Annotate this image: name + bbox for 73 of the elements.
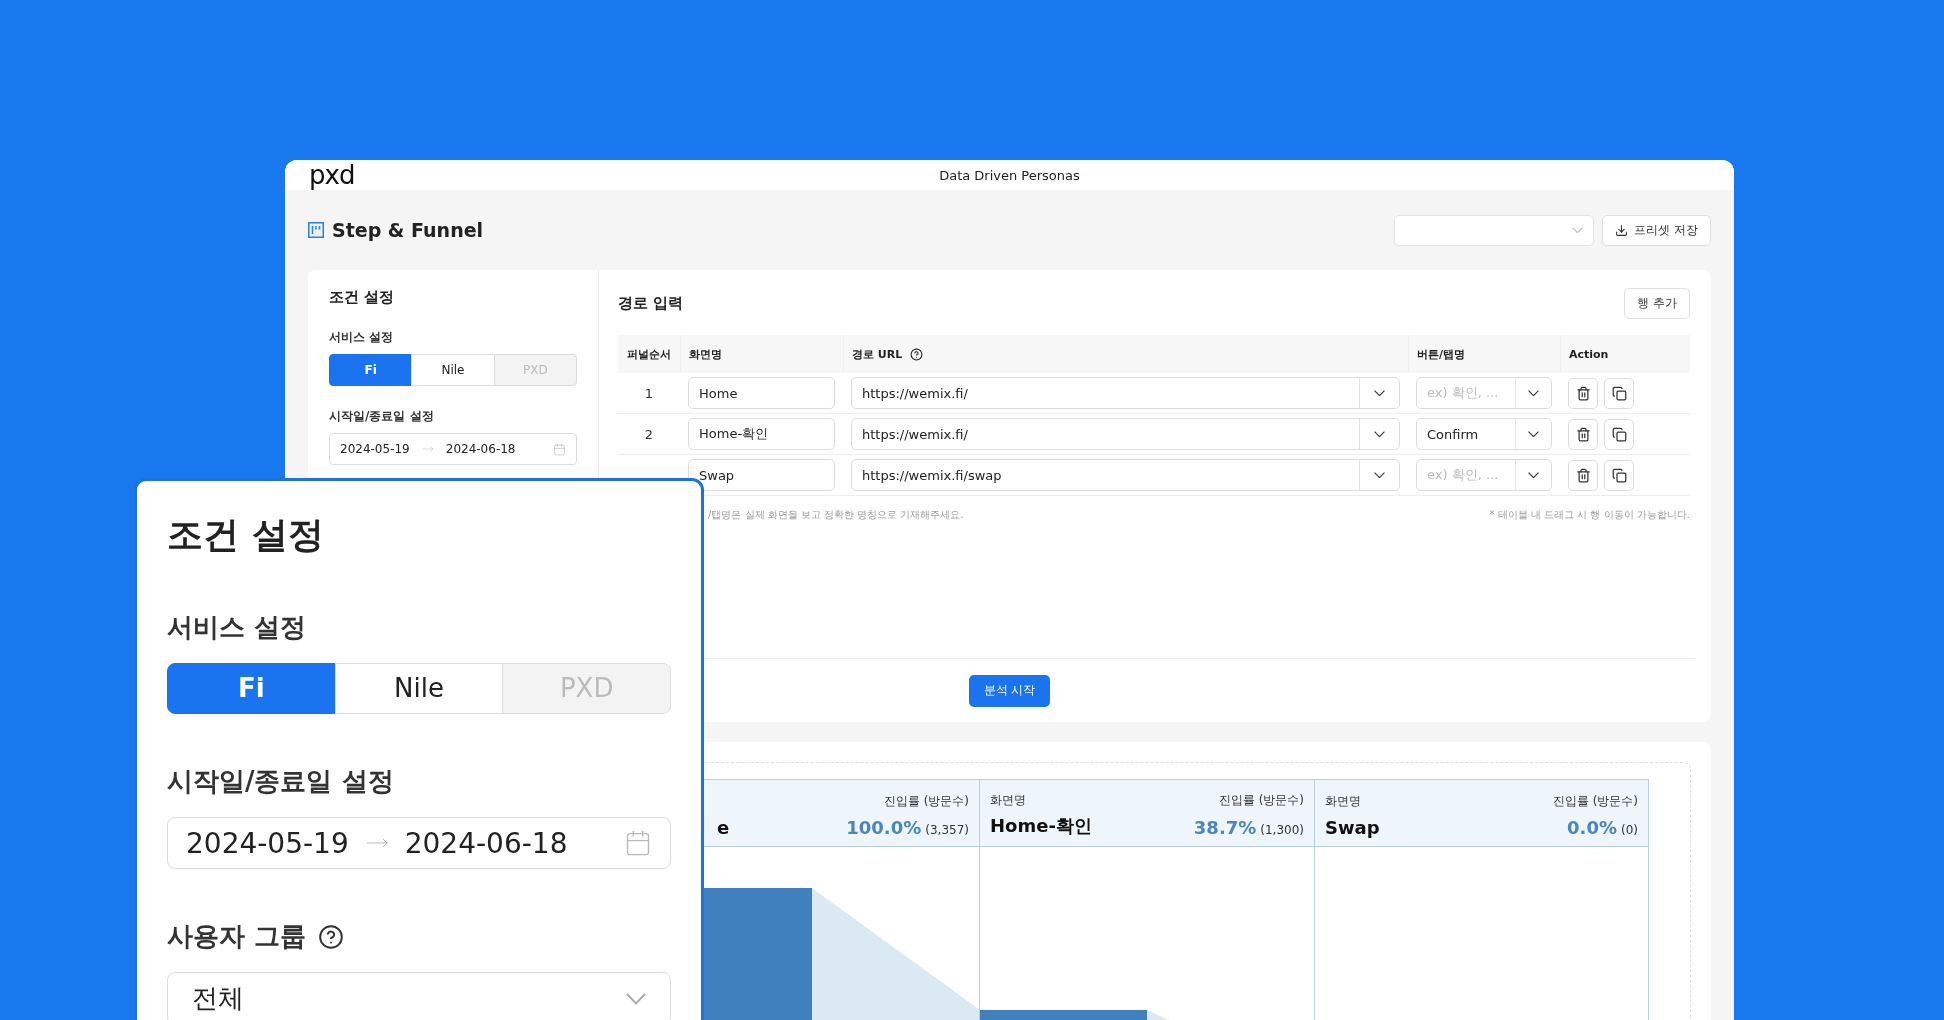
field-label: 서비스 설정 [329,329,395,346]
copy-button[interactable] [1604,377,1634,409]
save-preset-button[interactable]: 프리셋 저장 [1602,214,1711,246]
date-range-field[interactable]: 2024-05-19 2024-06-18 [329,433,577,465]
field-label: 시작일/종료일 설정 [329,408,435,425]
column-header: 퍼널순서 [627,346,671,362]
step-name: Home-확인 [990,814,1093,838]
column-header: 화면명 [689,346,722,362]
trash-icon [1575,467,1591,483]
app-title: Data Driven Personas [939,167,1080,183]
rate-label: 진입률 (방문수) [882,793,969,810]
user-group-select[interactable]: 전체 [167,972,671,1020]
order-number: 2 [644,426,654,442]
delete-button[interactable] [1568,377,1598,409]
trash-icon [1575,385,1591,401]
column-header: 버튼/탭명 [1417,346,1466,362]
column-header: Action [1569,347,1609,361]
step-label: 화면명 [990,791,1027,809]
hint-text: * 테이블 내 드래그 시 행 이동이 가능합니다. [1489,508,1690,522]
step-name: Swap [1325,817,1381,838]
chevron-down-icon [626,992,646,1005]
section-title: 조건 설정 [329,288,396,307]
delete-button[interactable] [1568,459,1598,491]
copy-icon [1611,467,1627,483]
screen-name-field[interactable]: Home [688,377,835,409]
rate-label: 진입률 (방문수) [1552,793,1638,810]
button-name-select[interactable]: Confirm [1416,418,1552,450]
step-name: e [717,817,731,838]
download-icon [1615,223,1629,237]
url-select[interactable]: https://wemix.fi/swap [851,459,1400,491]
field-label: 서비스 설정 [167,611,308,644]
chevron-down-icon [1374,389,1385,397]
entry-rate: 0.0% (0) [1566,817,1638,838]
chevron-down-icon [1374,430,1385,438]
service-tab[interactable]: Nile [334,663,504,714]
start-analysis-button[interactable]: 분석 시작 [968,674,1051,707]
rate-label: 진입률 (방문수) [1217,791,1304,809]
copy-icon [1611,385,1627,401]
date-range-field[interactable]: 2024-05-19 2024-06-18 [167,816,671,870]
screen-name-field[interactable]: Home-확인 [688,418,835,450]
hint-text: /탭명은 실제 화면을 보고 정확한 명칭으로 기재해주세요. [708,508,964,522]
step-label: 화면명 [1325,793,1362,810]
field-label: 사용자 그룹 [167,919,671,955]
chevron-down-icon [1528,430,1539,438]
copy-button[interactable] [1604,418,1634,450]
calendar-icon [553,442,566,456]
chevron-down-icon [1528,389,1539,397]
copy-icon [1611,426,1627,442]
page-title: Step & Funnel [332,219,484,241]
add-row-button[interactable]: 행 추가 [1624,288,1690,319]
chevron-down-icon [1528,471,1539,479]
logo: pxd [309,160,355,190]
url-select[interactable]: https://wemix.fi/ [851,377,1400,409]
service-tab[interactable]: Fi [329,354,413,386]
trash-icon [1575,426,1591,442]
service-tab[interactable]: Fi [167,663,336,714]
copy-button[interactable] [1604,459,1634,491]
url-select[interactable]: https://wemix.fi/ [851,418,1400,450]
section-title: 경로 입력 [618,294,684,313]
service-tab[interactable]: Nile [411,354,495,386]
chevron-down-icon [1374,471,1385,479]
entry-rate: 100.0% (3,357) [846,817,969,838]
field-label: 시작일/종료일 설정 [167,764,395,798]
chevron-down-icon [1572,226,1584,234]
order-number: 1 [644,385,654,401]
calendar-icon [624,829,652,857]
board-icon [308,222,324,238]
section-title: 조건 설정 [167,513,325,557]
help-icon [318,923,345,950]
entry-rate: 38.7% (1,300) [1193,817,1304,838]
delete-button[interactable] [1568,418,1598,450]
column-header: 경로 URL [852,346,903,362]
help-icon [910,347,924,361]
